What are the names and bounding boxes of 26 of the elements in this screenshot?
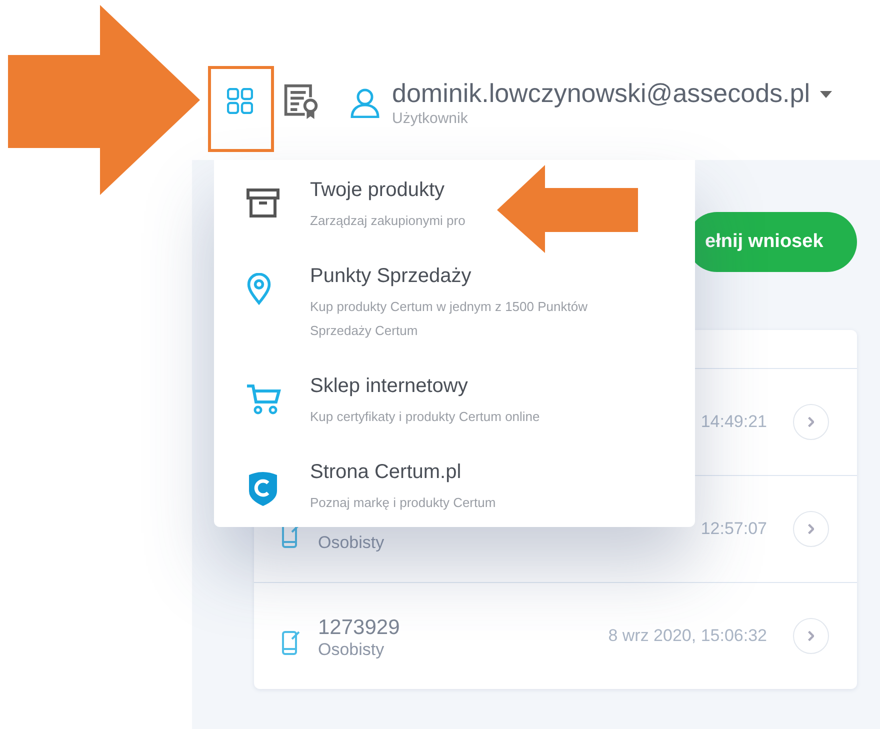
chevron-right-icon xyxy=(808,524,814,534)
request-number: 1273929 xyxy=(318,616,401,640)
chevron-right-icon xyxy=(808,631,814,641)
shield-icon xyxy=(246,469,280,507)
user-role: Użytkownik xyxy=(392,110,469,127)
open-row-button[interactable] xyxy=(793,404,829,440)
shopping-cart-icon xyxy=(246,383,282,415)
document-icon xyxy=(282,631,300,655)
request-date: 8 wrz 2020, 15:06:32 xyxy=(608,626,767,646)
document-icon xyxy=(282,524,300,548)
caret-icon[interactable] xyxy=(820,91,832,98)
request-date: 12:57:07 xyxy=(700,519,767,539)
user-icon[interactable] xyxy=(350,88,380,118)
request-type: Osobisty xyxy=(318,533,386,553)
certificate-icon[interactable] xyxy=(282,82,320,120)
menu-item[interactable]: Sklep internetowy Kup certyfikaty i produkty Certum online xyxy=(214,373,695,429)
location-pin-icon xyxy=(246,273,272,305)
open-row-button[interactable] xyxy=(793,511,829,547)
user-email[interactable]: dominik.lowczynowski@assecods.pl xyxy=(392,78,810,109)
archive-box-icon xyxy=(246,187,280,219)
chevron-right-icon xyxy=(808,417,814,427)
menu-item[interactable]: Strona Certum.pl Poznaj markę i produkty Certum xyxy=(214,459,695,515)
request-type: Osobisty xyxy=(318,640,386,660)
apps-grid-icon[interactable] xyxy=(227,88,253,114)
request-date: 14:49:21 xyxy=(700,412,767,432)
open-row-button[interactable] xyxy=(793,618,829,654)
